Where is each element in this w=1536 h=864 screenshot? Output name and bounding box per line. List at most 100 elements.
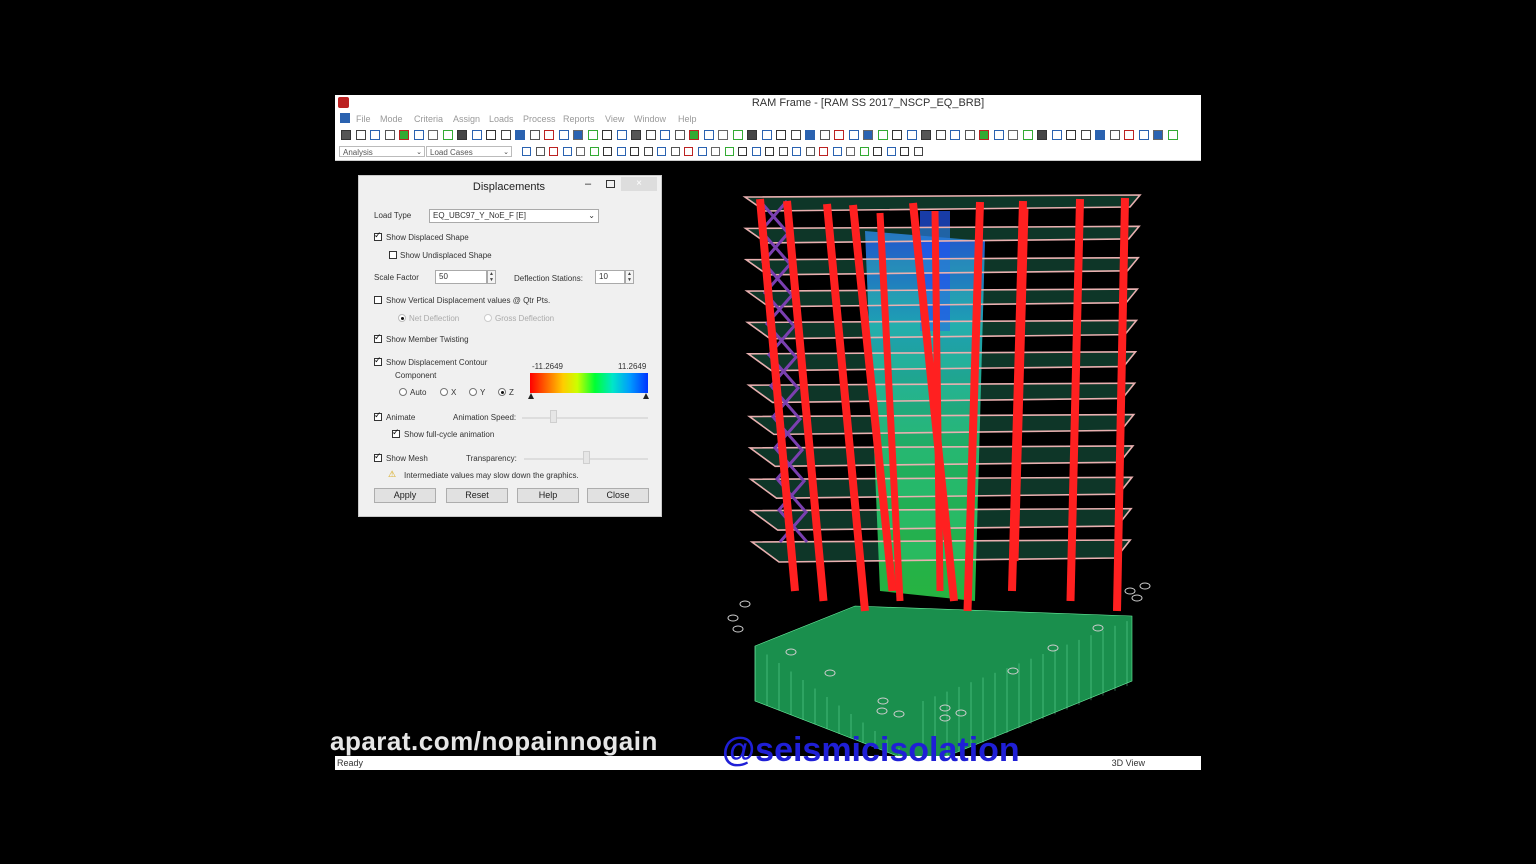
toolbar-tool-icon[interactable] bbox=[873, 147, 882, 156]
show-undisplaced-shape-checkbox[interactable] bbox=[389, 251, 397, 259]
toolbar-tool-icon[interactable] bbox=[738, 147, 747, 156]
toolbar-tool-icon[interactable] bbox=[846, 147, 855, 156]
toolbar-tool-icon[interactable] bbox=[950, 130, 960, 140]
toolbar-tool-icon[interactable] bbox=[819, 130, 830, 140]
animate-checkbox[interactable] bbox=[374, 410, 382, 421]
toolbar-tool-icon[interactable] bbox=[535, 147, 545, 156]
menu-loads[interactable]: Loads bbox=[489, 114, 514, 124]
toolbar-tool-icon[interactable] bbox=[689, 130, 699, 140]
toolbar-tool-icon[interactable] bbox=[913, 147, 923, 156]
toolbar-tool-icon[interactable] bbox=[660, 130, 670, 140]
toolbar-tool-icon[interactable] bbox=[964, 130, 975, 140]
toolbar-tool-icon[interactable] bbox=[724, 147, 734, 156]
toolbar-tool-icon[interactable] bbox=[630, 147, 639, 156]
toolbar-tool-icon[interactable] bbox=[603, 147, 612, 156]
gross-deflection-radio[interactable] bbox=[484, 314, 492, 322]
component-x-radio[interactable] bbox=[440, 388, 448, 396]
menu-process[interactable]: Process bbox=[523, 114, 556, 124]
toolbar-tool-icon[interactable] bbox=[500, 130, 511, 140]
toolbar-tool-icon[interactable] bbox=[886, 147, 896, 156]
toolbar-tool-icon[interactable] bbox=[805, 147, 815, 156]
close-icon[interactable]: × bbox=[621, 177, 657, 191]
deflection-stations-spinner[interactable]: ▲ ▼ bbox=[625, 270, 634, 284]
toolbar-tool-icon[interactable] bbox=[906, 130, 917, 140]
toolbar-tool-icon[interactable] bbox=[522, 147, 531, 156]
show-vertical-displacement-checkbox[interactable] bbox=[374, 296, 382, 304]
min-marker-icon[interactable] bbox=[528, 393, 534, 399]
toolbar-tool-icon[interactable] bbox=[587, 130, 598, 140]
toolbar-tool-icon[interactable] bbox=[413, 130, 424, 140]
deflection-stations-input[interactable]: 10 bbox=[595, 270, 625, 284]
load-cases-combo[interactable]: Load Cases ⌄ bbox=[426, 146, 512, 157]
toolbar-tool-icon[interactable] bbox=[1022, 130, 1033, 140]
toolbar-tool-icon[interactable] bbox=[834, 130, 844, 140]
animation-speed-slider[interactable] bbox=[550, 410, 557, 423]
toolbar-tool-icon[interactable] bbox=[1066, 130, 1076, 140]
toolbar-tool-icon[interactable] bbox=[616, 147, 626, 156]
toolbar-tool-icon[interactable] bbox=[549, 147, 558, 156]
component-y-radio[interactable] bbox=[469, 388, 477, 396]
menu-help[interactable]: Help bbox=[678, 114, 697, 124]
toolbar-tool-icon[interactable] bbox=[747, 130, 757, 140]
toolbar-tool-icon[interactable] bbox=[602, 130, 612, 140]
menu-criteria[interactable]: Criteria bbox=[414, 114, 443, 124]
toolbar-tool-icon[interactable] bbox=[877, 130, 888, 140]
toolbar-tool-icon[interactable] bbox=[751, 147, 761, 156]
analysis-combo[interactable]: Analysis ⌄ bbox=[339, 146, 425, 157]
toolbar-tool-icon[interactable] bbox=[711, 147, 720, 156]
toolbar-tool-icon[interactable] bbox=[370, 130, 380, 140]
toolbar-tool-icon[interactable] bbox=[1095, 130, 1105, 140]
toolbar-tool-icon[interactable] bbox=[718, 130, 728, 140]
toolbar-tool-icon[interactable] bbox=[515, 130, 525, 140]
toolbar-tool-icon[interactable] bbox=[355, 130, 366, 140]
toolbar-tool-icon[interactable] bbox=[979, 130, 989, 140]
toolbar-tool-icon[interactable] bbox=[1109, 130, 1120, 140]
toolbar-tool-icon[interactable] bbox=[486, 130, 496, 140]
toolbar-tool-icon[interactable] bbox=[848, 130, 859, 140]
toolbar-tool-icon[interactable] bbox=[558, 130, 569, 140]
toolbar-tool-icon[interactable] bbox=[892, 130, 902, 140]
toolbar-tool-icon[interactable] bbox=[399, 130, 409, 140]
toolbar-tool-icon[interactable] bbox=[1037, 130, 1047, 140]
toolbar-tool-icon[interactable] bbox=[935, 130, 946, 140]
minimize-button[interactable]: – bbox=[585, 178, 591, 190]
menu-reports[interactable]: Reports bbox=[563, 114, 595, 124]
toolbar-tool-icon[interactable] bbox=[670, 147, 680, 156]
component-z-radio[interactable] bbox=[498, 388, 506, 396]
toolbar-tool-icon[interactable] bbox=[573, 130, 583, 140]
toolbar-tool-icon[interactable] bbox=[631, 130, 641, 140]
toolbar-tool-icon[interactable] bbox=[1008, 130, 1018, 140]
scale-factor-input[interactable]: 50 bbox=[435, 270, 487, 284]
toolbar-tool-icon[interactable] bbox=[1080, 130, 1091, 140]
toolbar-tool-icon[interactable] bbox=[1153, 130, 1163, 140]
toolbar-tool-icon[interactable] bbox=[544, 130, 554, 140]
scale-factor-spinner[interactable]: ▲ ▼ bbox=[487, 270, 496, 284]
toolbar-tool-icon[interactable] bbox=[428, 130, 438, 140]
menu-file[interactable]: File bbox=[356, 114, 371, 124]
apply-button[interactable]: Apply bbox=[374, 488, 436, 503]
toolbar-tool-icon[interactable] bbox=[765, 147, 774, 156]
toolbar-tool-icon[interactable] bbox=[697, 147, 707, 156]
toolbar-tool-icon[interactable] bbox=[1138, 130, 1149, 140]
toolbar-tool-icon[interactable] bbox=[732, 130, 743, 140]
toolbar-tool-icon[interactable] bbox=[900, 147, 909, 156]
toolbar-tool-icon[interactable] bbox=[529, 130, 540, 140]
net-deflection-radio[interactable] bbox=[398, 314, 406, 322]
toolbar-tool-icon[interactable] bbox=[776, 130, 786, 140]
toolbar-tool-icon[interactable] bbox=[471, 130, 482, 140]
toolbar-tool-icon[interactable] bbox=[790, 130, 801, 140]
toolbar-tool-icon[interactable] bbox=[384, 130, 395, 140]
toolbar-tool-icon[interactable] bbox=[819, 147, 828, 156]
toolbar-tool-icon[interactable] bbox=[859, 147, 869, 156]
show-full-cycle-checkbox[interactable] bbox=[392, 427, 400, 438]
toolbar-tool-icon[interactable] bbox=[792, 147, 801, 156]
toolbar-tool-icon[interactable] bbox=[684, 147, 693, 156]
toolbar-tool-icon[interactable] bbox=[703, 130, 714, 140]
toolbar-tool-icon[interactable] bbox=[761, 130, 772, 140]
toolbar-tool-icon[interactable] bbox=[863, 130, 873, 140]
transparency-slider[interactable] bbox=[583, 451, 590, 464]
toolbar-tool-icon[interactable] bbox=[1124, 130, 1134, 140]
menu-assign[interactable]: Assign bbox=[453, 114, 480, 124]
help-button[interactable]: Help bbox=[517, 488, 579, 503]
show-displacement-contour-checkbox[interactable] bbox=[374, 355, 382, 366]
